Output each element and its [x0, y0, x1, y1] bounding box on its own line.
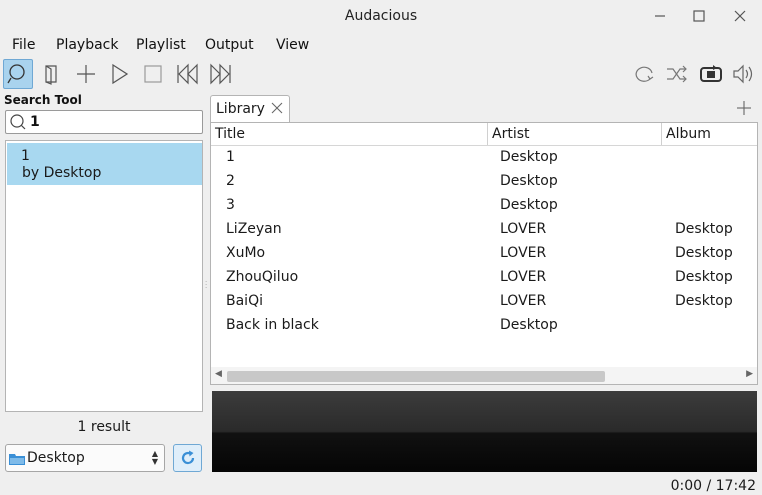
- source-select[interactable]: Desktop ▲ ▼: [5, 444, 165, 472]
- add-files-button[interactable]: [71, 59, 101, 89]
- next-button[interactable]: [206, 59, 236, 89]
- panel-splitter-handle[interactable]: · · ·: [205, 279, 207, 292]
- shuffle-button[interactable]: [662, 59, 692, 89]
- row-artist: Desktop: [500, 149, 558, 165]
- table-row[interactable]: LiZeyan LOVER Desktop: [211, 217, 757, 241]
- row-album: Desktop: [675, 293, 733, 309]
- tab-library-label: Library: [216, 101, 265, 117]
- stop-after-button[interactable]: [696, 59, 726, 89]
- volume-icon: [733, 64, 753, 84]
- menu-output[interactable]: Output: [205, 37, 254, 53]
- row-artist: Desktop: [500, 173, 558, 189]
- search-input[interactable]: [30, 113, 195, 131]
- search-result-artist: by Desktop: [22, 165, 102, 181]
- window-title: Audacious: [344, 8, 418, 24]
- row-title: BaiQi: [226, 293, 263, 309]
- search-result-item[interactable]: 1 by Desktop: [7, 143, 202, 185]
- horizontal-scrollbar[interactable]: ◀ ▶: [211, 367, 757, 384]
- play-button[interactable]: [104, 59, 134, 89]
- stop-button[interactable]: [138, 59, 168, 89]
- repeat-icon: [635, 66, 654, 82]
- menu-playback[interactable]: Playback: [56, 37, 118, 53]
- row-album: Desktop: [675, 245, 733, 261]
- play-icon: [112, 63, 129, 85]
- row-title: ZhouQiluo: [226, 269, 299, 285]
- table-row[interactable]: 1 Desktop: [211, 145, 757, 169]
- open-files-icon: [45, 65, 57, 85]
- row-artist: Desktop: [500, 197, 558, 213]
- row-album: Desktop: [675, 269, 733, 285]
- spin-arrows-icon: ▲ ▼: [151, 449, 158, 466]
- row-artist: LOVER: [500, 221, 547, 237]
- stop-icon: [144, 65, 162, 83]
- table-row[interactable]: Back in black Desktop: [211, 313, 757, 337]
- table-row[interactable]: XuMo LOVER Desktop: [211, 241, 757, 265]
- row-artist: LOVER: [500, 293, 547, 309]
- close-icon[interactable]: [732, 8, 748, 24]
- scroll-left-icon[interactable]: ◀: [215, 369, 222, 379]
- row-album: Desktop: [675, 221, 733, 237]
- scrollbar-thumb[interactable]: [227, 371, 605, 382]
- row-title: 1: [226, 149, 235, 165]
- row-title: LiZeyan: [226, 221, 282, 237]
- search-box[interactable]: [5, 110, 203, 134]
- search-icon: [10, 114, 26, 130]
- volume-button[interactable]: [728, 59, 758, 89]
- menu-file[interactable]: File: [12, 37, 35, 53]
- folder-icon: [9, 454, 25, 465]
- add-files-icon: [77, 65, 95, 83]
- close-tab-icon[interactable]: [271, 102, 283, 114]
- table-row[interactable]: 3 Desktop: [211, 193, 757, 217]
- column-header-album[interactable]: Album: [662, 123, 757, 145]
- repeat-button[interactable]: [629, 59, 659, 89]
- table-row[interactable]: BaiQi LOVER Desktop: [211, 289, 757, 313]
- row-title: XuMo: [226, 245, 266, 261]
- menu-bar: File Playback Playlist Output View: [0, 34, 762, 58]
- row-artist: LOVER: [500, 269, 547, 285]
- column-header-artist[interactable]: Artist: [488, 123, 662, 145]
- previous-button[interactable]: [172, 59, 202, 89]
- next-icon: [210, 63, 231, 85]
- previous-icon: [177, 63, 198, 85]
- maximize-icon[interactable]: [691, 8, 707, 24]
- search-tool-icon: [7, 64, 25, 84]
- column-header-title[interactable]: Title: [211, 123, 488, 145]
- stop-after-this-song-icon: [700, 65, 722, 82]
- menu-view[interactable]: View: [276, 37, 309, 53]
- search-result-title: 1: [21, 148, 30, 164]
- minimize-icon[interactable]: [652, 8, 668, 24]
- row-title: 3: [226, 197, 235, 213]
- source-select-value: Desktop: [27, 450, 85, 466]
- add-playlist-icon[interactable]: [736, 100, 752, 116]
- search-tool-button[interactable]: [3, 59, 33, 89]
- toolbar: [0, 58, 762, 90]
- tab-library[interactable]: Library: [210, 95, 290, 123]
- menu-playlist[interactable]: Playlist: [136, 37, 186, 53]
- table-row[interactable]: 2 Desktop: [211, 169, 757, 193]
- search-results-list: 1 by Desktop: [5, 140, 203, 412]
- refresh-button[interactable]: [173, 444, 202, 472]
- open-files-button[interactable]: [37, 59, 67, 89]
- visualizer: [212, 391, 757, 472]
- table-row[interactable]: ZhouQiluo LOVER Desktop: [211, 265, 757, 289]
- row-artist: Desktop: [500, 317, 558, 333]
- shuffle-icon: [667, 65, 687, 83]
- playback-time: 0:00 / 17:42: [670, 478, 756, 494]
- search-tool-title: Search Tool: [4, 93, 82, 107]
- playlist-table: Title Artist Album 1 Desktop 2 Desktop 3…: [210, 122, 758, 385]
- row-artist: LOVER: [500, 245, 547, 261]
- row-title: 2: [226, 173, 235, 189]
- row-title: Back in black: [226, 317, 319, 333]
- refresh-icon: [181, 450, 194, 465]
- title-bar: Audacious: [0, 0, 762, 32]
- scroll-right-icon[interactable]: ▶: [746, 369, 753, 379]
- result-count: 1 result: [77, 419, 131, 435]
